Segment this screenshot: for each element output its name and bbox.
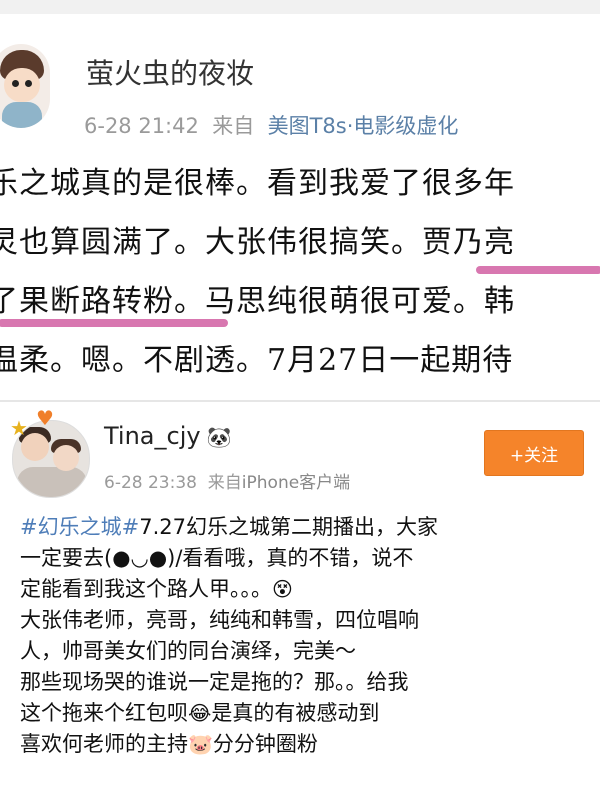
content-text: 定能看到我这个路人甲。。。 [20,577,272,601]
avatar[interactable] [0,44,50,128]
content-text: 这个拖来个红包呗 [20,701,188,725]
top-strip [0,0,600,14]
author-name-text: Tina_cjy [104,422,201,450]
content-text: 分分钟圈粉 [212,732,318,756]
content-line: 定能看到我这个路人甲。。。😵 [20,574,600,605]
content-line: 温柔。嗯。不剧透。7月27日一起期待 [0,343,514,378]
hashtag-link[interactable]: #幻乐之城# [20,515,139,539]
dizzy-face-icon: 😵 [272,577,293,601]
avatar-face [53,445,79,471]
post-meta: 6-28 21:42 来自 美图T8s·电影级虚化 [84,110,458,140]
weibo-post-1: 萤火虫的夜妆 6-28 21:42 来自 美图T8s·电影级虚化 乐之城真的是很… [0,14,600,400]
panda-icon: 🐼 [206,425,232,449]
content-line: 人，帅哥美女们的同台演绎，完美～ [20,639,356,663]
content-line: 喜欢何老师的主持🐷分分钟圈粉 [20,729,600,760]
content-line: #幻乐之城#7.27幻乐之城第二期播出，大家 [20,512,600,543]
content-text: 7.27幻乐之城第二期播出，大家 [139,515,438,539]
post-source[interactable]: 美图T8s·电影级虚化 [268,114,459,138]
post-content: #幻乐之城#7.27幻乐之城第二期播出，大家 一定要去(●◡●)/看看哦，真的不… [20,512,600,760]
from-label: 来自 [207,473,242,493]
avatar-shirt [17,467,87,497]
laughing-face-icon: 😂 [188,701,212,725]
post-time: 6-28 23:38 [104,473,197,493]
author-name[interactable]: 萤火虫的夜妆 [86,52,254,92]
heart-icon: ♥ [36,406,54,430]
content-line: 大张伟老师，亮哥，纯纯和韩雪，四位唱响 [20,608,419,632]
post-meta: 6-28 23:38 来自iPhone客户端 [104,468,350,493]
highlight-underline [0,319,228,327]
content-text: 是真的有被感动到 [211,701,380,725]
content-line: 灵也算圆满了。大张伟很搞笑。贾乃亮 [0,225,515,260]
post-source[interactable]: iPhone客户端 [242,473,350,493]
content-line: 那些现场哭的谁说一定是拖的？那。。给我 [20,670,409,694]
avatar-body [2,102,42,128]
follow-button[interactable]: +关注 [484,430,584,476]
giraffe-sticker-icon: ★ [10,416,28,440]
avatar-face [4,68,40,102]
highlight-underline [476,266,600,274]
pig-face-icon: 🐷 [188,732,213,756]
content-text: 喜欢何老师的主持 [20,732,188,756]
author-name[interactable]: Tina_cjy 🐼 [104,422,231,450]
avatar-eye [12,80,19,87]
avatar-eye [25,80,32,87]
content-line: 一定要去(●◡●)/看看哦，真的不错，说不 [20,546,414,570]
content-line: 乐之城真的是很棒。看到我爱了很多年 [0,166,515,201]
weibo-post-2: ★ ♥ Tina_cjy 🐼 6-28 23:38 来自iPhone客户端 +关注… [0,402,600,799]
content-line: 这个拖来个红包呗😂是真的有被感动到 [20,698,600,729]
from-label: 来自 [212,114,255,138]
post-time: 6-28 21:42 [84,114,199,138]
